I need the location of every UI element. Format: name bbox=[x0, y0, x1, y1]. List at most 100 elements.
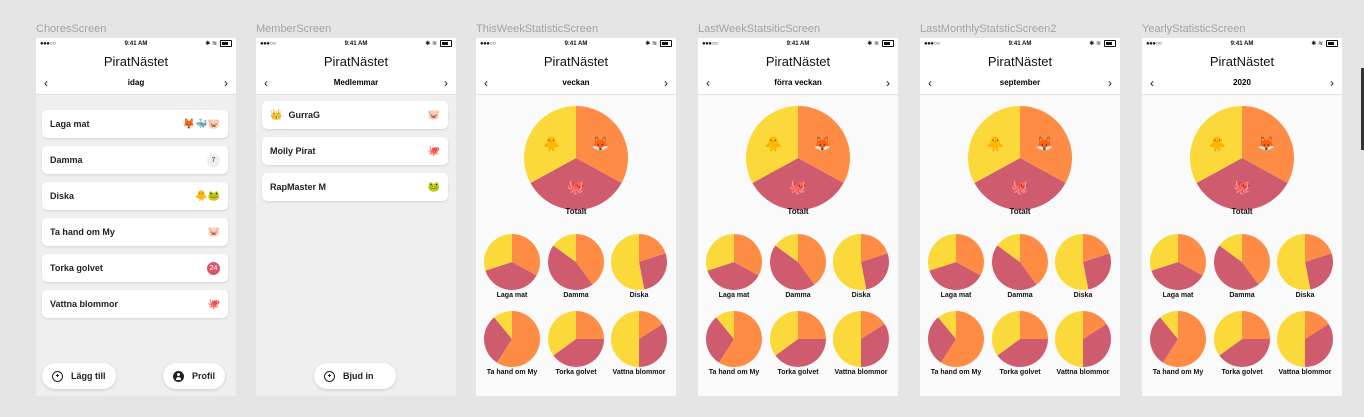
chevron-right-icon[interactable]: › bbox=[224, 72, 228, 94]
chevron-left-icon[interactable]: ‹ bbox=[484, 72, 488, 94]
chevron-left-icon[interactable]: ‹ bbox=[706, 72, 710, 94]
plus-circle-icon bbox=[52, 370, 63, 382]
pie-slice-yellow bbox=[1055, 311, 1083, 367]
chore-pie-chart bbox=[1277, 234, 1333, 290]
pie-slice-orange bbox=[798, 311, 826, 339]
profile-button[interactable]: Profil bbox=[163, 363, 226, 389]
chevron-left-icon[interactable]: ‹ bbox=[928, 72, 932, 94]
status-bar: ●●●○○ 9:41 AM ✱ ≋ bbox=[256, 38, 456, 51]
frame-label: ThisWeekStatisticScreen bbox=[476, 23, 599, 35]
chore-card[interactable]: Torka golvet 24 bbox=[42, 254, 228, 282]
chore-pie-label: Laga mat bbox=[940, 292, 972, 299]
chevron-left-icon[interactable]: ‹ bbox=[1150, 72, 1154, 94]
chevron-left-icon[interactable]: ‹ bbox=[44, 72, 48, 94]
app-title: PiratNästet bbox=[920, 51, 1120, 72]
total-label: Totalt bbox=[1231, 207, 1253, 216]
wifi-icon: ✱ ≋ bbox=[867, 41, 879, 47]
total-label: Totalt bbox=[565, 207, 587, 216]
status-icons: ✱ ≋ bbox=[425, 40, 452, 47]
chore-pie-label: Laga mat bbox=[496, 292, 528, 299]
chore-pie-label: Torka golvet bbox=[777, 369, 819, 376]
plus-circle-icon bbox=[324, 370, 335, 382]
chore-pie-label: Ta hand om My bbox=[708, 369, 760, 376]
chore-pie-label: Laga mat bbox=[718, 292, 750, 299]
pie-slice-orange bbox=[576, 311, 604, 339]
chore-pie-chart bbox=[1150, 234, 1206, 290]
chore-pie-label: Vattna blommor bbox=[1056, 369, 1110, 376]
frame-label: LastMonthlyStatsticScreen2 bbox=[920, 23, 1057, 35]
period-nav: ‹ förra veckan › bbox=[698, 72, 898, 95]
chore-pie-label: Torka golvet bbox=[1221, 369, 1263, 376]
frame-label: YearlyStatisticScreen bbox=[1142, 23, 1246, 35]
period-nav: ‹ idag › bbox=[36, 72, 236, 95]
invite-button[interactable]: Bjud in bbox=[314, 363, 396, 389]
frame-label: MemberScreen bbox=[256, 23, 332, 35]
frame-label: LastWeekStatsiticScreen bbox=[698, 23, 821, 35]
member-card[interactable]: 👑 GurraG 🐷 bbox=[262, 101, 448, 129]
chore-pie-chart bbox=[1277, 311, 1333, 367]
chore-card[interactable]: Ta hand om My 🐷 bbox=[42, 218, 228, 246]
chore-pie-label: Laga mat bbox=[1162, 292, 1194, 299]
yellow-member-emoji: 🐥 bbox=[543, 135, 560, 151]
chore-pie-label: Vattna blommor bbox=[1278, 369, 1332, 376]
chore-pie-chart bbox=[548, 311, 604, 367]
chore-pie-label: Torka golvet bbox=[555, 369, 597, 376]
yellow-member-emoji: 🐥 bbox=[1209, 135, 1226, 151]
member-card[interactable]: RapMaster M 🐸 bbox=[262, 173, 448, 201]
app-title: PiratNästet bbox=[256, 51, 456, 72]
member-avatar-emoji: 🐷 bbox=[427, 109, 440, 121]
wifi-icon: ✱ ≋ bbox=[1089, 41, 1101, 47]
pink-member-emoji: 🐙 bbox=[1233, 179, 1250, 196]
chevron-left-icon[interactable]: ‹ bbox=[264, 72, 268, 94]
add-chore-button[interactable]: Lägg till bbox=[42, 363, 116, 389]
chore-card[interactable]: Diska 🐥🐸 bbox=[42, 182, 228, 210]
chore-pie-label: Damma bbox=[785, 292, 811, 299]
chore-pie-chart bbox=[928, 234, 984, 290]
member-name: RapMaster M bbox=[270, 182, 327, 192]
chore-pie-label: Damma bbox=[563, 292, 589, 299]
chore-pie-chart bbox=[928, 311, 984, 367]
status-bar: ●●●○○ 9:41 AM ✱ ≋ bbox=[36, 38, 236, 51]
chore-pie-chart bbox=[484, 311, 540, 367]
period-title: veckan bbox=[562, 78, 590, 87]
pink-member-emoji: 🐙 bbox=[567, 179, 584, 196]
period-nav: ‹ veckan › bbox=[476, 72, 676, 95]
screen-LastWeekStatsiticScreen: ●●●○○ 9:41 AM ✱ ≋ PiratNästet ‹ förra veckan ›… bbox=[698, 38, 898, 396]
chore-name: Vattna blommor bbox=[50, 299, 119, 309]
chevron-right-icon[interactable]: › bbox=[886, 72, 890, 94]
chore-pie-label: Vattna blommor bbox=[612, 369, 666, 376]
battery-icon bbox=[440, 40, 452, 47]
status-icons: ✱ ≋ bbox=[867, 40, 894, 47]
battery-icon bbox=[882, 40, 894, 47]
orange-member-emoji: 🦊 bbox=[814, 135, 831, 151]
chore-pie-label: Diska bbox=[1295, 292, 1315, 299]
chevron-right-icon[interactable]: › bbox=[664, 72, 668, 94]
chore-card[interactable]: Damma 7 bbox=[42, 146, 228, 174]
chore-pie-chart bbox=[833, 311, 889, 367]
chore-pie-chart bbox=[548, 234, 604, 290]
screen-ThisWeekStatisticScreen: ●●●○○ 9:41 AM ✱ ≋ PiratNästet ‹ veckan › 🦊 🐙 🐥 Tot… bbox=[476, 38, 676, 396]
chore-card[interactable]: Vattna blommor 🐙 bbox=[42, 290, 228, 318]
total-pie-chart: 🦊 🐙 🐥 bbox=[968, 106, 1072, 210]
period-title: 2020 bbox=[1233, 78, 1251, 87]
chevron-right-icon[interactable]: › bbox=[1108, 72, 1112, 94]
chore-pie-chart bbox=[833, 234, 889, 290]
chevron-right-icon[interactable]: › bbox=[1330, 72, 1334, 94]
chore-pie-chart bbox=[611, 234, 667, 290]
pie-slice-yellow bbox=[833, 311, 861, 367]
screen-ChoresScreen: ●●●○○ 9:41 AM ✱ ≋ PiratNästet ‹ idag › Laga mat… bbox=[36, 38, 236, 396]
orange-member-emoji: 🦊 bbox=[1258, 135, 1275, 151]
period-nav: ‹ Medlemmar › bbox=[256, 72, 456, 95]
assignee-emojis: 🐥🐸 bbox=[195, 190, 220, 202]
chevron-right-icon[interactable]: › bbox=[444, 72, 448, 94]
chore-name: Torka golvet bbox=[50, 263, 103, 273]
battery-icon bbox=[1104, 40, 1116, 47]
chore-card[interactable]: Laga mat 🦊🐳🐷 bbox=[42, 110, 228, 138]
app-title: PiratNästet bbox=[36, 51, 236, 72]
member-name: Molly Pirat bbox=[270, 146, 316, 156]
member-card[interactable]: Molly Pirat 🐙 bbox=[262, 137, 448, 165]
profile-label: Profil bbox=[192, 371, 216, 381]
period-nav: ‹ 2020 › bbox=[1142, 72, 1342, 95]
pie-slice-orange bbox=[1020, 311, 1048, 339]
yellow-member-emoji: 🐥 bbox=[765, 135, 782, 151]
